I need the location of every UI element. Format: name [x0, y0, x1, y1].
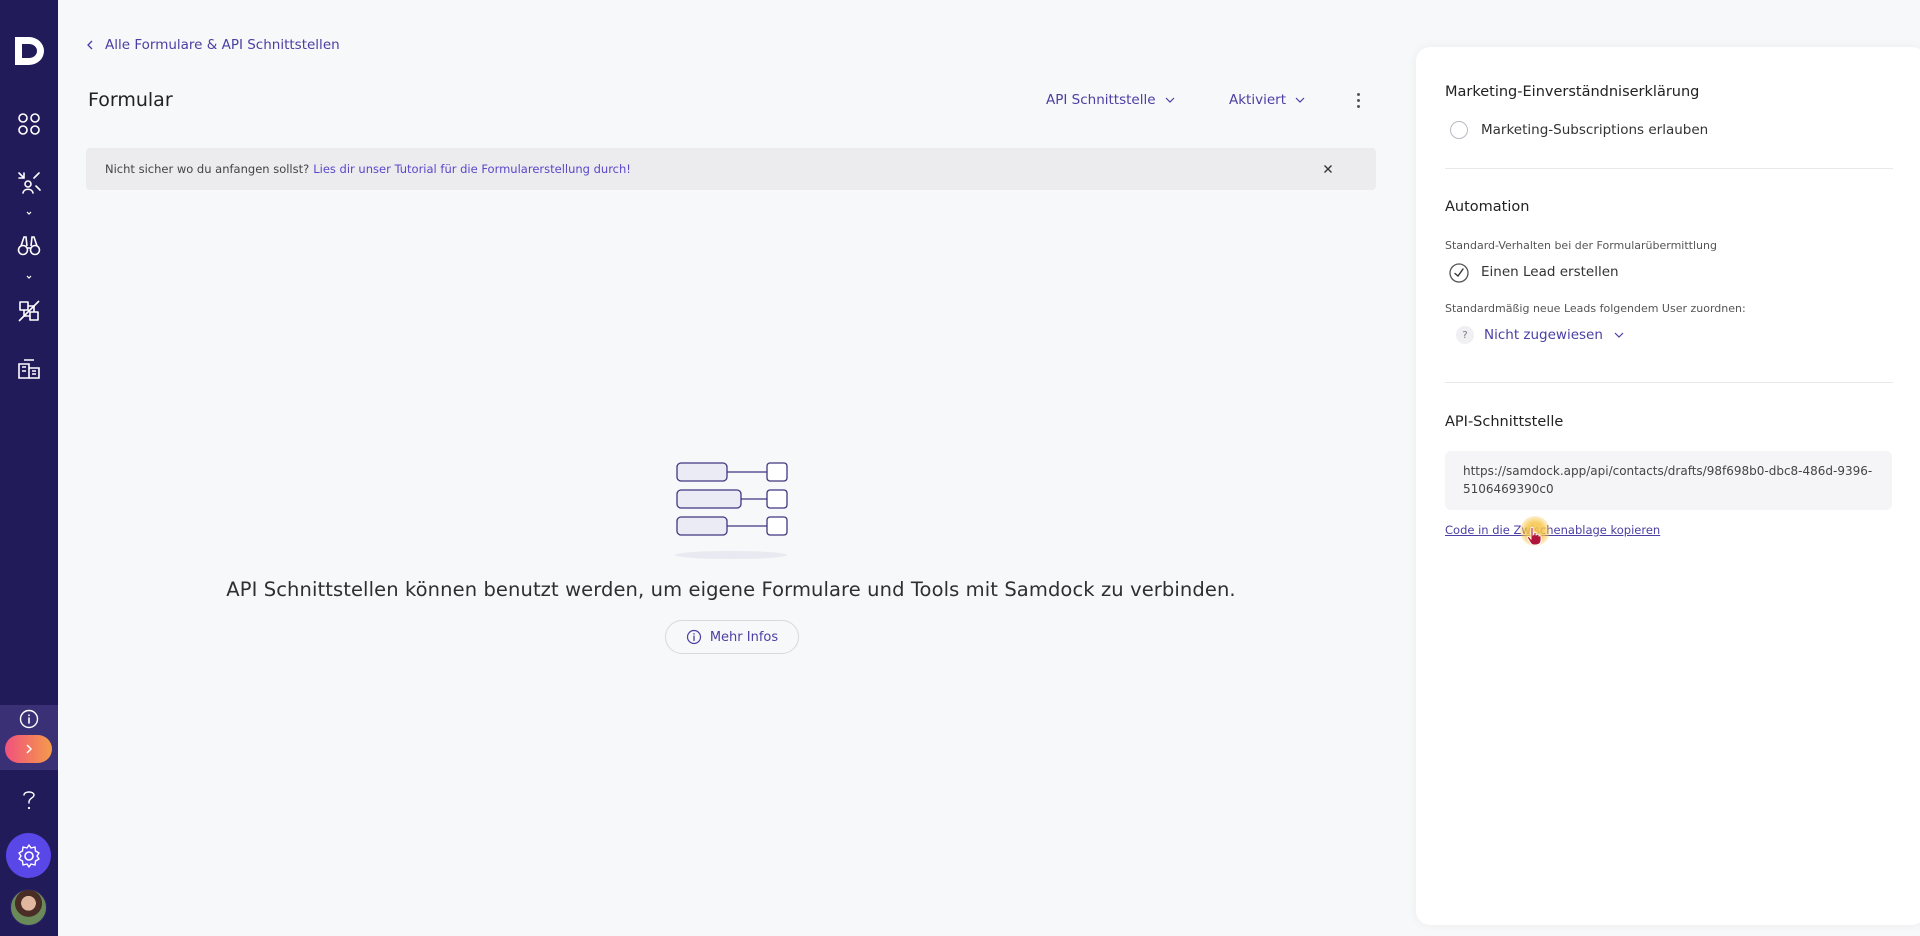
tutorial-banner: Nicht sicher wo du anfangen sollst? Lies… — [86, 148, 1376, 190]
dashboard-icon[interactable] — [14, 109, 44, 139]
chevron-right-icon — [25, 744, 32, 754]
chevron-down-icon[interactable] — [23, 273, 35, 281]
status-dropdown-label: Aktiviert — [1229, 92, 1286, 108]
breadcrumb[interactable]: Alle Formulare & API Schnittstellen — [85, 37, 340, 53]
chevron-down-icon — [1614, 332, 1624, 338]
gear-icon — [17, 843, 40, 868]
marketing-option-label[interactable]: Marketing-Subscriptions erlauben — [1481, 122, 1708, 138]
divider — [1445, 382, 1893, 383]
copy-code-link[interactable]: Code in die Zwischenablage kopieren — [1445, 523, 1660, 537]
chevron-down-icon — [1295, 97, 1305, 103]
assign-label: Standardmäßig neue Leads folgendem User … — [1445, 302, 1746, 315]
more-info-button[interactable]: Mehr Infos — [665, 620, 799, 654]
chevron-left-icon — [87, 40, 93, 50]
page-title: Formular — [88, 89, 173, 111]
building-icon[interactable] — [14, 354, 44, 384]
info-icon — [686, 629, 701, 645]
form-illustration-icon — [675, 462, 788, 559]
logo-icon[interactable] — [9, 33, 49, 69]
info-icon[interactable] — [19, 709, 39, 729]
contacts-icon[interactable] — [14, 168, 44, 198]
expand-button[interactable] — [5, 735, 52, 763]
tutorial-link[interactable]: Lies dir unser Tutorial für die Formular… — [313, 162, 631, 176]
close-icon[interactable] — [1318, 159, 1338, 179]
help-icon[interactable] — [20, 788, 38, 812]
status-dropdown[interactable]: Aktiviert — [1229, 92, 1306, 108]
more-info-label: Mehr Infos — [709, 629, 779, 645]
check-circle-icon[interactable] — [1449, 263, 1469, 283]
banner-text: Nicht sicher wo du anfangen sollst? — [105, 162, 310, 176]
default-behavior-label: Standard-Verhalten bei der Formularüberm… — [1445, 239, 1717, 252]
api-title: API-Schnittstelle — [1445, 414, 1564, 430]
type-dropdown-label: API Schnittstelle — [1046, 92, 1156, 108]
chevron-down-icon — [1165, 97, 1174, 103]
api-url-box[interactable]: https://samdock.app/api/contacts/drafts/… — [1445, 451, 1892, 510]
marketing-title: Marketing-Einverständniserklärung — [1445, 84, 1700, 100]
automation-title: Automation — [1445, 199, 1530, 215]
chevron-down-icon[interactable] — [23, 209, 35, 217]
unassigned-avatar: ? — [1456, 326, 1474, 344]
settings-button[interactable] — [6, 833, 51, 878]
default-behavior-value[interactable]: Einen Lead erstellen — [1481, 264, 1619, 280]
binoculars-icon[interactable] — [14, 231, 44, 261]
breadcrumb-label[interactable]: Alle Formulare & API Schnittstellen — [105, 37, 340, 53]
assign-user-dropdown[interactable]: ? Nicht zugewiesen — [1456, 326, 1625, 344]
pipeline-icon[interactable] — [14, 296, 44, 326]
more-options-icon[interactable] — [1349, 89, 1367, 111]
divider — [1445, 168, 1893, 169]
empty-state-text: API Schnittstellen können benutzt werden… — [226, 578, 1236, 601]
avatar[interactable] — [10, 889, 47, 926]
assign-value: Nicht zugewiesen — [1484, 327, 1603, 343]
hand-cursor-icon — [1526, 526, 1542, 546]
type-dropdown[interactable]: API Schnittstelle — [1046, 92, 1176, 108]
marketing-radio[interactable] — [1450, 121, 1468, 139]
